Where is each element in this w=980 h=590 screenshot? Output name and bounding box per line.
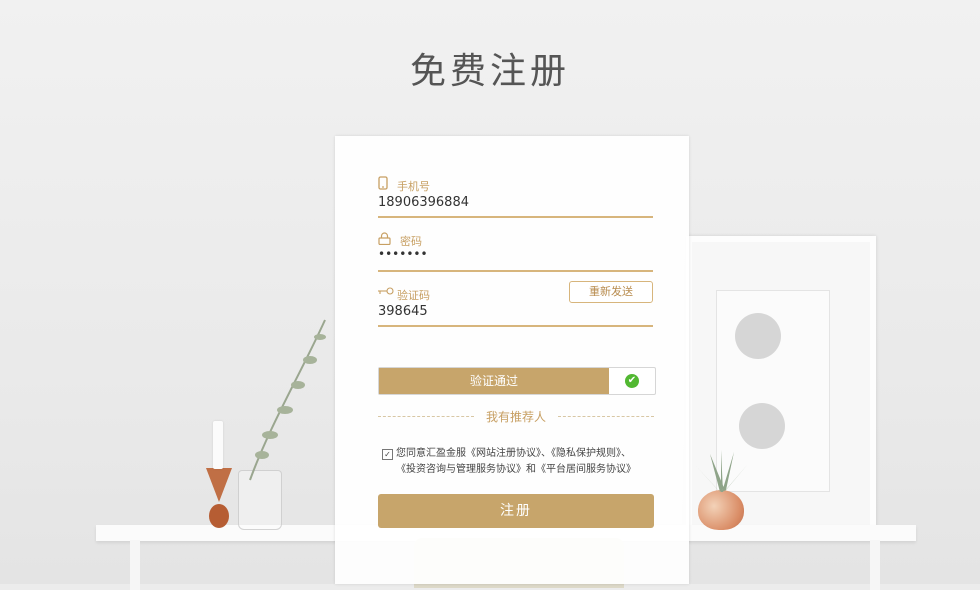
agreement-line-2[interactable]: 《投资咨询与管理服务协议》和《平台居间服务协议》 [382,462,662,478]
verification-code-field[interactable]: 验证码 398645 重新发送 [378,281,653,327]
plant-branch-icon [249,319,326,481]
password-input[interactable]: ••••••• [378,247,428,261]
code-label: 验证码 [397,289,430,302]
candle-holder-icon [206,468,232,528]
lock-icon [378,232,391,245]
key-icon [378,287,394,295]
register-card: 手机号 18906396884 密码 ••••••• 验证码 398645 重新… [335,136,689,584]
agreement-line-1[interactable]: 您同意汇盈金服《网站注册协议》、《隐私保护规则》、 [382,446,662,462]
candle [213,421,223,469]
verify-slider[interactable]: 验证通过 ✔ [378,367,656,395]
password-field[interactable]: 密码 ••••••• [378,232,653,272]
phone-input[interactable]: 18906396884 [378,195,469,210]
frame-dot [739,403,785,449]
verify-label: 验证通过 [379,368,609,394]
frame-dot [735,313,781,359]
phone-field[interactable]: 手机号 18906396884 [378,176,653,218]
code-input[interactable]: 398645 [378,304,428,319]
succulent-icon [696,450,748,492]
page-title: 免费注册 [409,51,570,92]
agreement: ✓ 您同意汇盈金服《网站注册协议》、《隐私保护规则》、 《投资咨询与管理服务协议… [382,446,662,478]
plant-pot [698,490,744,530]
check-icon: ✔ [625,374,639,388]
desk-leg [130,540,140,590]
phone-icon [378,176,388,190]
register-button[interactable]: 注册 [378,494,654,528]
desk-leg [870,540,880,590]
referrer-toggle[interactable]: 我有推荐人 [378,408,654,425]
agree-checkbox[interactable]: ✓ [382,449,393,460]
resend-button[interactable]: 重新发送 [569,281,653,303]
phone-label: 手机号 [397,180,430,193]
